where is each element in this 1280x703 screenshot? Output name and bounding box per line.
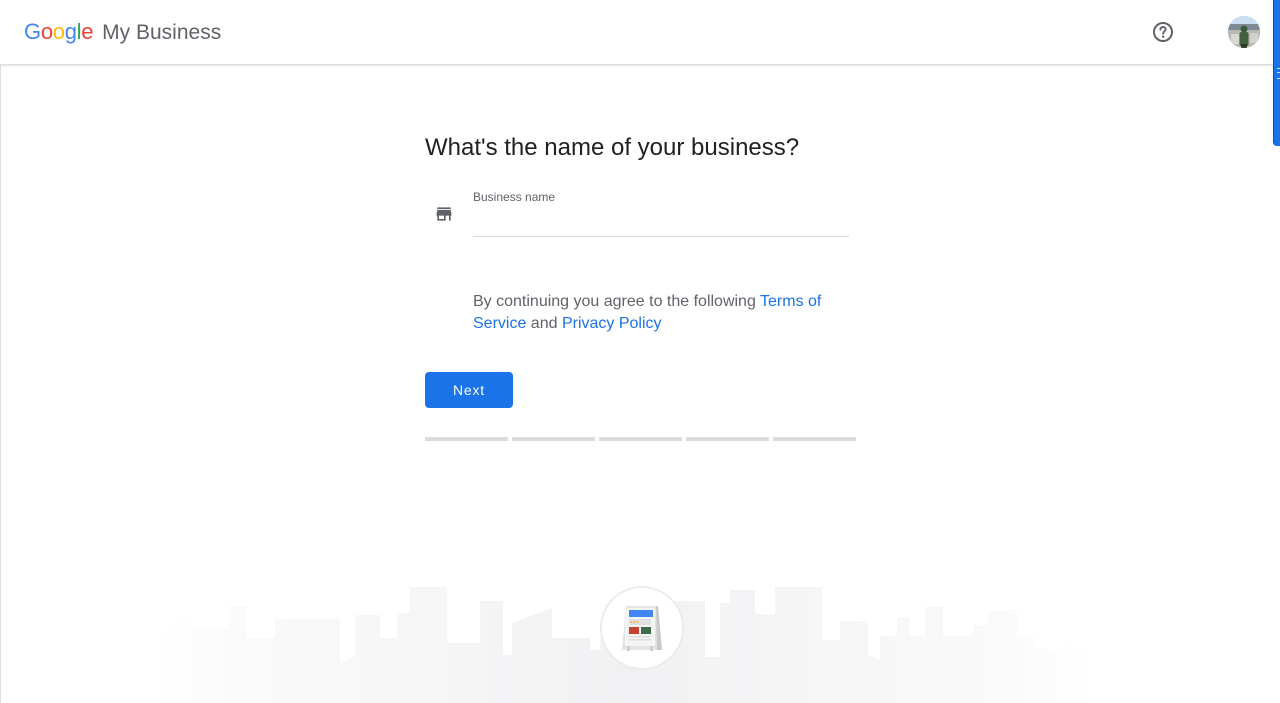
account-avatar[interactable] (1228, 16, 1260, 48)
terms-prefix: By continuing you agree to the following (473, 293, 761, 310)
page-title: What's the name of your business? (425, 134, 800, 162)
avatar-image (1228, 16, 1260, 48)
progress-segment (686, 437, 769, 441)
progress-segment (425, 437, 508, 441)
product-name: My Business (102, 21, 222, 44)
business-name-label: Business name (473, 190, 556, 204)
next-button[interactable]: Next (425, 372, 513, 408)
progress-segment (773, 437, 856, 441)
google-wordmark: Google (24, 19, 94, 44)
side-panel-handle[interactable] (1273, 0, 1280, 146)
terms-notice: By continuing you agree to the following… (473, 291, 843, 335)
help-circle-icon (1153, 22, 1173, 42)
progress-segment (512, 437, 595, 441)
terms-middle: and (526, 315, 562, 332)
app-header: Google My Business (0, 0, 1280, 65)
step-progress-bar (425, 437, 856, 441)
privacy-policy-link[interactable]: Privacy Policy (562, 315, 662, 332)
business-name-input[interactable] (473, 208, 849, 237)
progress-segment (599, 437, 682, 441)
storefront-sign-illustration (600, 586, 684, 670)
google-my-business-logo[interactable]: Google My Business (24, 19, 221, 45)
help-button[interactable] (1151, 20, 1175, 44)
store-icon (436, 207, 452, 221)
